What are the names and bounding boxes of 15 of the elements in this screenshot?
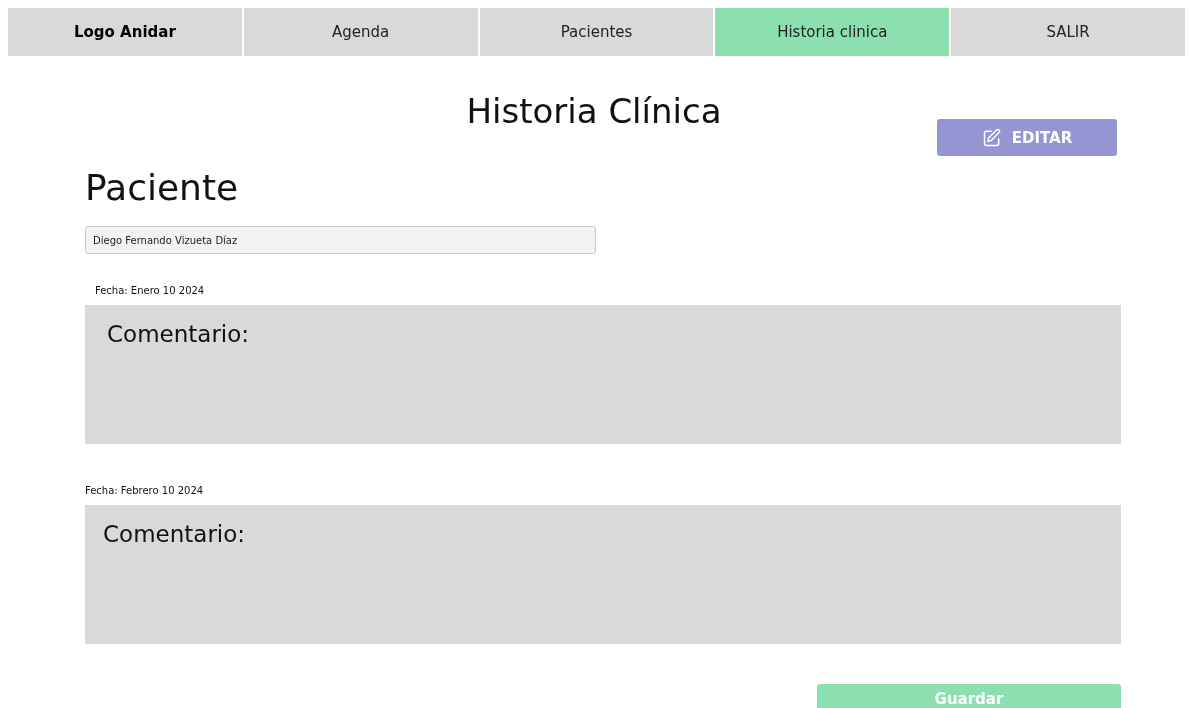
patient-field[interactable]: Diego Fernando Vizueta Díaz bbox=[85, 226, 596, 254]
nav-tab[interactable]: Pacientes bbox=[479, 8, 714, 56]
comment-box[interactable]: Comentario: bbox=[85, 505, 1121, 644]
comment-box[interactable]: Comentario: bbox=[85, 305, 1121, 444]
edit-icon bbox=[981, 127, 1002, 148]
comment-label: Comentario: bbox=[107, 321, 250, 347]
comment-label: Comentario: bbox=[103, 521, 246, 547]
nav-tab[interactable]: Agenda bbox=[243, 8, 478, 56]
logo-text[interactable]: Logo Anidar bbox=[8, 8, 242, 56]
date-label: Fecha: Febrero 10 2024 bbox=[85, 484, 205, 498]
section-heading: Paciente bbox=[85, 166, 240, 210]
date-label: Fecha: Enero 10 2024 bbox=[94, 284, 206, 298]
nav-tab[interactable]: Historia clinica bbox=[715, 8, 950, 56]
page-title: Historia Clínica bbox=[465, 90, 723, 132]
nav-tab[interactable]: SALIR bbox=[951, 8, 1185, 56]
